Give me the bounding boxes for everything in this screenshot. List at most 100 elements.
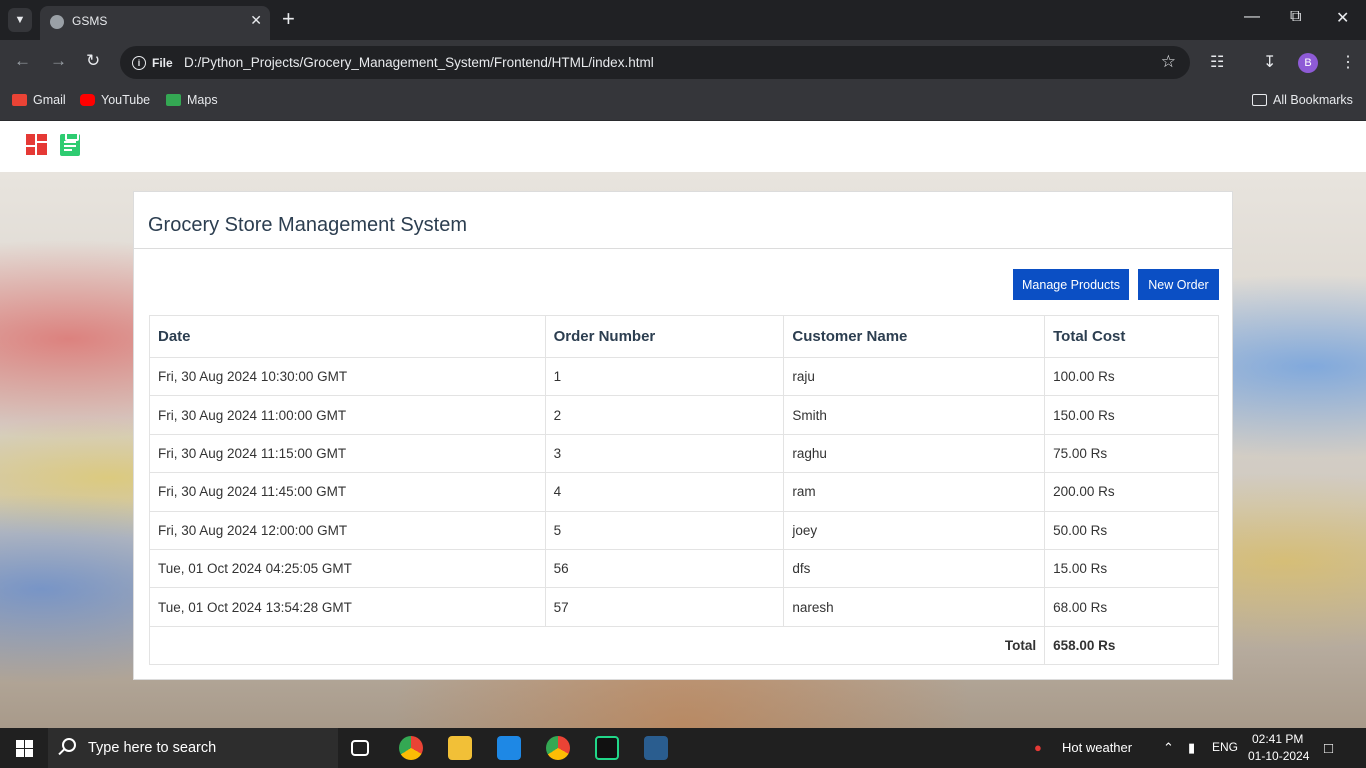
address-bar[interactable]: i File D:/Python_Projects/Grocery_Manage…: [120, 46, 1190, 79]
tab-title: GSMS: [72, 14, 108, 28]
pycharm-icon[interactable]: [595, 736, 619, 760]
new-tab-icon[interactable]: +: [282, 7, 295, 31]
all-bookmarks[interactable]: All Bookmarks: [1252, 93, 1353, 107]
info-icon: i: [132, 55, 146, 70]
bookmark-youtube[interactable]: YouTube: [80, 93, 150, 107]
site-info-chip[interactable]: i File: [126, 50, 181, 75]
url-text[interactable]: D:/Python_Projects/Grocery_Management_Sy…: [184, 55, 654, 70]
file-explorer-icon[interactable]: [448, 736, 472, 760]
notification-icon[interactable]: □: [1324, 740, 1333, 757]
bookmark-gmail[interactable]: Gmail: [12, 93, 66, 107]
cell-order-number: 57: [544, 587, 785, 627]
windows-start-icon[interactable]: [16, 740, 33, 757]
tray-chevron-icon[interactable]: ⌃: [1163, 740, 1174, 756]
browser-tab[interactable]: GSMS ✕: [40, 6, 270, 40]
window-close-icon[interactable]: ✕: [1336, 8, 1349, 28]
chrome-icon[interactable]: [399, 736, 423, 760]
weather-text[interactable]: Hot weather: [1062, 740, 1132, 755]
table-row: Fri, 30 Aug 2024 11:00:00 GMT 2 Smith 15…: [149, 395, 1219, 435]
total-row: Total 658.00 Rs: [148, 625, 1219, 666]
cell-customer-name: dfs: [783, 548, 1046, 589]
folder-icon: [1252, 94, 1267, 106]
tab-search-chevron-icon[interactable]: ▼: [8, 8, 32, 32]
cell-total-cost: 15.00 Rs: [1044, 548, 1219, 589]
restore-icon[interactable]: ⧉: [1290, 8, 1301, 26]
dashboard-icon[interactable]: [26, 134, 47, 155]
globe-icon: [50, 15, 64, 29]
gmail-icon: [12, 94, 27, 106]
cell-date: Tue, 01 Oct 2024 04:25:05 GMT: [149, 548, 546, 589]
battery-icon[interactable]: ▮: [1188, 740, 1195, 756]
total-label: Total: [148, 625, 1046, 666]
language-indicator[interactable]: ENG: [1212, 740, 1238, 754]
manage-products-button[interactable]: Manage Products: [1013, 269, 1129, 300]
table-row: Fri, 30 Aug 2024 10:30:00 GMT 1 raju 100…: [149, 356, 1219, 397]
cell-total-cost: 100.00 Rs: [1044, 356, 1219, 397]
clock-time[interactable]: 02:41 PM: [1252, 732, 1303, 746]
cell-date: Fri, 30 Aug 2024 12:00:00 GMT: [149, 510, 546, 550]
taskbar-search-box[interactable]: Type here to search: [48, 728, 338, 768]
new-order-button[interactable]: New Order: [1138, 269, 1219, 300]
bookmarks-bar: Gmail YouTube Maps All Bookmarks: [0, 85, 1366, 121]
profile-avatar[interactable]: B: [1298, 53, 1318, 73]
cell-date: Fri, 30 Aug 2024 10:30:00 GMT: [149, 356, 546, 397]
close-tab-icon[interactable]: ✕: [250, 12, 262, 29]
table-row: Fri, 30 Aug 2024 11:45:00 GMT 4 ram 200.…: [149, 472, 1219, 512]
back-icon[interactable]: ←: [14, 51, 31, 71]
thermometer-icon: ●: [1034, 740, 1042, 755]
cell-order-number: 3: [544, 433, 785, 474]
cell-customer-name: raju: [783, 356, 1046, 397]
clock-date[interactable]: 01-10-2024: [1248, 749, 1309, 763]
bookmark-label: Gmail: [33, 93, 66, 107]
cell-date: Fri, 30 Aug 2024 11:00:00 GMT: [149, 395, 546, 435]
table-header-row: Date Order Number Customer Name Total Co…: [149, 315, 1219, 358]
chrome-profile-icon[interactable]: [546, 736, 570, 760]
page-title: Grocery Store Management System: [148, 214, 468, 236]
download-icon[interactable]: ↧: [1263, 52, 1276, 72]
reload-icon[interactable]: ↻: [86, 51, 100, 71]
cell-total-cost: 68.00 Rs: [1044, 587, 1219, 627]
extensions-icon[interactable]: ☷: [1210, 52, 1224, 72]
file-chip-label: File: [152, 55, 173, 70]
column-header-order-number: Order Number: [544, 315, 785, 358]
total-value: 658.00 Rs: [1044, 625, 1219, 666]
browser-tab-bar: ▼ GSMS ✕ + — ⧉ ✕: [0, 0, 1366, 40]
cell-customer-name: naresh: [783, 587, 1046, 627]
bookmark-label: Maps: [187, 93, 218, 107]
mysql-workbench-icon[interactable]: [644, 736, 668, 760]
bookmark-star-icon[interactable]: ☆: [1161, 52, 1176, 72]
minimize-icon[interactable]: —: [1244, 8, 1260, 26]
forward-icon[interactable]: →: [50, 51, 67, 71]
cell-customer-name: Smith: [783, 395, 1046, 435]
cell-customer-name: joey: [783, 510, 1046, 550]
search-icon: [62, 738, 76, 752]
cell-total-cost: 150.00 Rs: [1044, 395, 1219, 435]
orders-table: Date Order Number Customer Name Total Co…: [148, 315, 1219, 666]
all-bookmarks-label: All Bookmarks: [1273, 93, 1353, 107]
cell-order-number: 5: [544, 510, 785, 550]
table-row: Fri, 30 Aug 2024 12:00:00 GMT 5 joey 50.…: [149, 510, 1219, 550]
cell-order-number: 1: [544, 356, 785, 397]
youtube-icon: [80, 94, 95, 106]
search-placeholder: Type here to search: [88, 740, 217, 756]
column-header-customer-name: Customer Name: [783, 315, 1046, 358]
cell-order-number: 56: [544, 548, 785, 589]
cell-total-cost: 200.00 Rs: [1044, 472, 1219, 512]
task-view-icon[interactable]: [351, 740, 369, 756]
column-header-date: Date: [149, 315, 546, 358]
menu-kebab-icon[interactable]: ⋮: [1340, 52, 1356, 72]
divider: [134, 248, 1232, 249]
maps-icon: [166, 94, 181, 106]
bookmark-label: YouTube: [101, 93, 151, 107]
cell-total-cost: 50.00 Rs: [1044, 510, 1219, 550]
cell-date: Fri, 30 Aug 2024 11:15:00 GMT: [149, 433, 546, 474]
bookmark-maps[interactable]: Maps: [166, 93, 218, 107]
cell-order-number: 2: [544, 395, 785, 435]
cell-customer-name: raghu: [783, 433, 1046, 474]
cell-total-cost: 75.00 Rs: [1044, 433, 1219, 474]
column-header-total-cost: Total Cost: [1044, 315, 1219, 358]
app-header: [0, 121, 1366, 172]
vscode-icon[interactable]: [497, 736, 521, 760]
windows-taskbar: Type here to search ● Hot weather ⌃ ▮ EN…: [0, 728, 1366, 768]
clipboard-orders-icon[interactable]: [60, 132, 80, 156]
